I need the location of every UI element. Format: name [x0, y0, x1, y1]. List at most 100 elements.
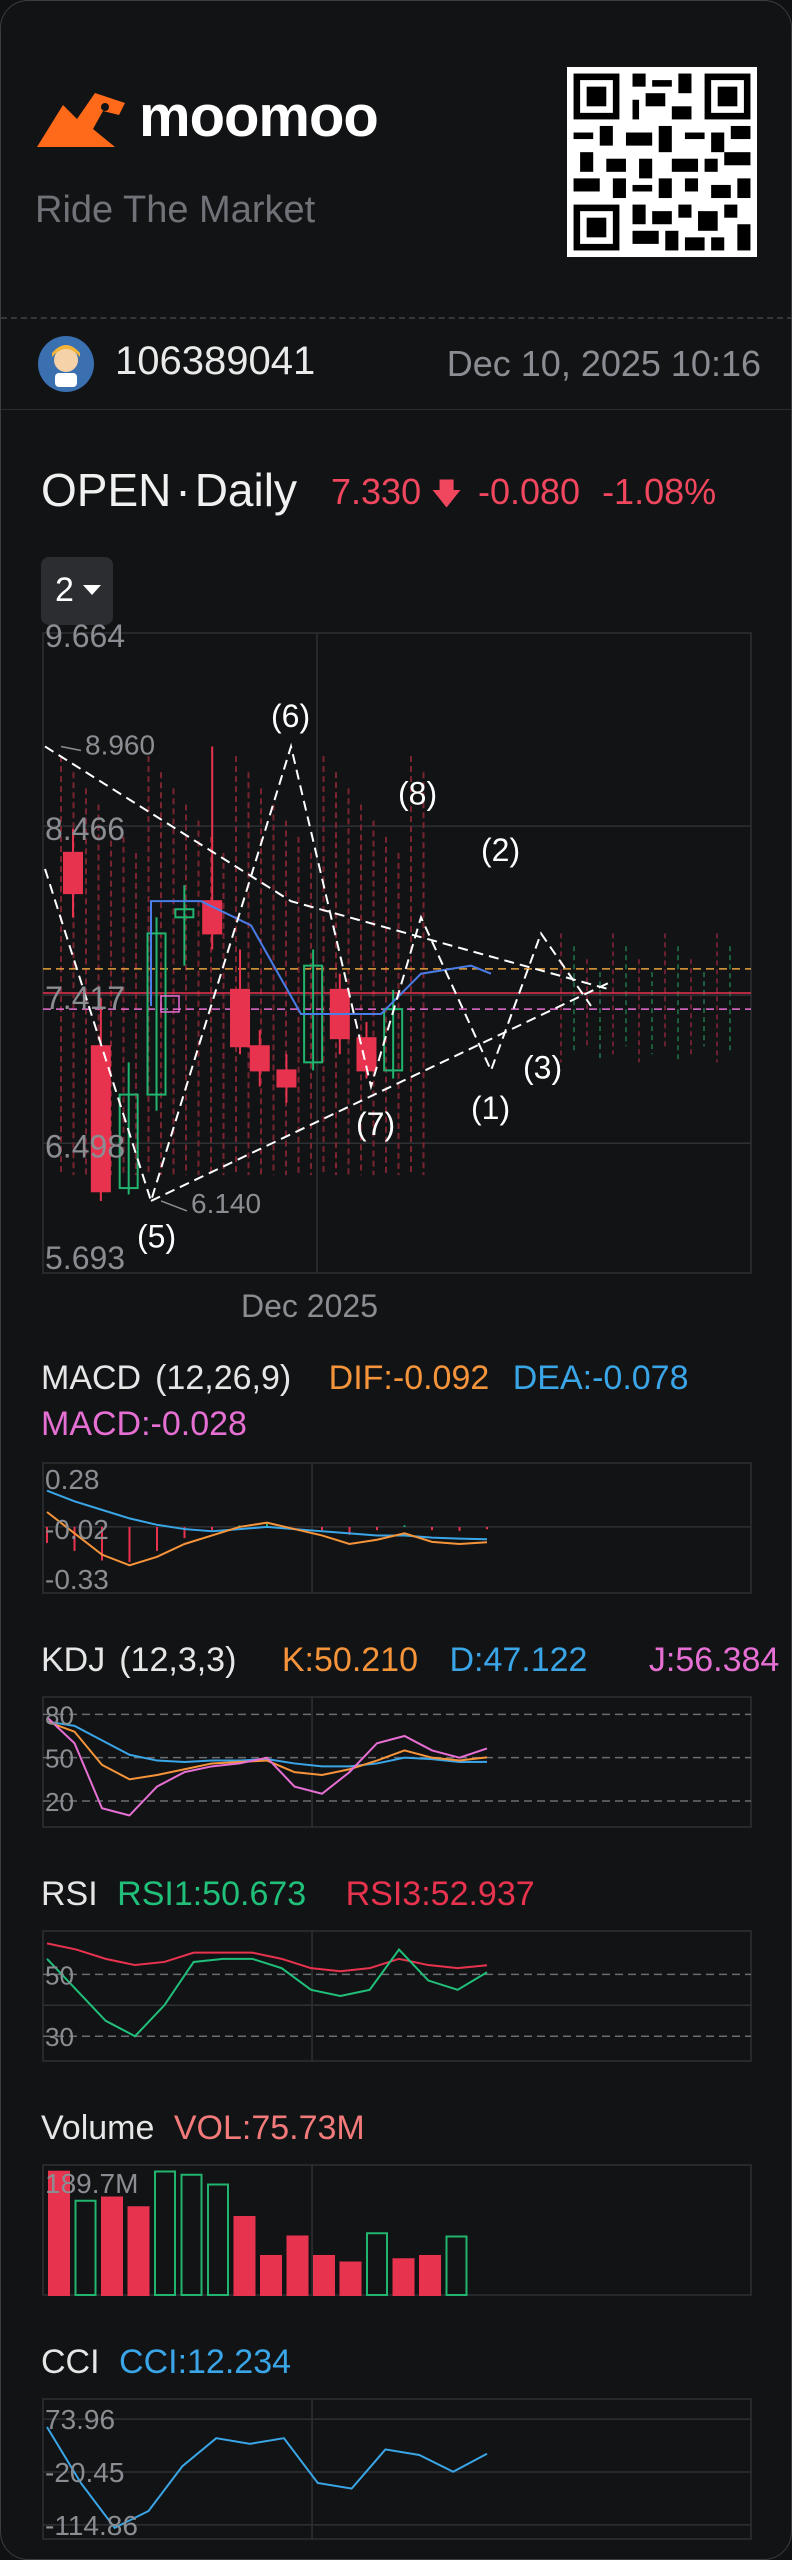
symbol-period: OPEN·Daily: [41, 463, 297, 517]
symbol: OPEN: [41, 464, 172, 516]
cci-header: CCI CCI:12.234: [41, 2343, 305, 2382]
avatar: [38, 336, 94, 392]
user-divider: [1, 409, 791, 410]
rsi-axis-label: 50: [45, 1960, 74, 1990]
macd-axis-label: 0.28: [45, 1464, 100, 1495]
change: -0.080: [477, 471, 581, 512]
volume-bar: [419, 2255, 441, 2296]
volume-bar: [127, 2206, 150, 2296]
moomoo-logo-icon: [37, 93, 125, 147]
pattern-zigzag: [44, 742, 592, 1205]
kdj-chart[interactable]: 80 50 20: [1, 1695, 792, 1829]
kdj-k-line: [46, 1720, 488, 1781]
cci-axis-label: -20.45: [45, 2457, 124, 2488]
macd-chart[interactable]: 0.28 -0.02 -0.33: [1, 1461, 792, 1595]
pattern-upper-trendline: [44, 745, 612, 991]
candle-body: [249, 1045, 270, 1072]
volume-bar: [339, 2261, 362, 2296]
macd-dif: DIF:-0.092: [328, 1359, 490, 1397]
separator: ·: [175, 464, 191, 516]
volume-bar: [445, 2235, 468, 2296]
price-axis-label: 8.466: [45, 811, 125, 847]
price-axis-label: 9.664: [45, 621, 125, 654]
kdj-k: K:50.210: [281, 1641, 418, 1679]
macd-title: MACD (12,26,9): [41, 1359, 292, 1397]
volume-bar: [286, 2235, 309, 2296]
rsi-1: RSI1:50.673: [117, 1875, 307, 1913]
kdj-frame: [42, 1696, 752, 1828]
macd-dea-line: [46, 1489, 488, 1541]
timestamp: Dec 10, 2025 10:16: [446, 343, 761, 384]
kdj-axis-label: 20: [45, 1787, 74, 1817]
volume-value: VOL:75.73M: [173, 2109, 365, 2147]
rsi-chart[interactable]: 50 30: [1, 1929, 792, 2063]
candle-body: [90, 1045, 111, 1193]
wave-label: (2): [481, 832, 520, 868]
chart-selector-label: 2: [55, 571, 74, 609]
cci-axis-label: 73.96: [45, 2404, 115, 2435]
volume-bar: [313, 2255, 335, 2296]
volume-bar: [392, 2258, 415, 2296]
cci-axis-label: -114.86: [45, 2510, 138, 2541]
arrow-down-icon: 🡇: [431, 478, 462, 511]
x-axis-label: Dec 2025: [241, 1288, 378, 1321]
wave-label: (3): [523, 1049, 562, 1085]
screenshot-frame: moomoo Ride The Market 106389041 Dec 10,…: [0, 0, 792, 2560]
cci-frame: [42, 2398, 752, 2540]
candle-body: [276, 1069, 297, 1088]
volume-chart[interactable]: 189.7M: [1, 2163, 792, 2297]
cci-chart[interactable]: 73.96 -20.45 -114.86: [1, 2397, 792, 2547]
annotation-leader: [160, 1200, 188, 1212]
price-axis-label: 5.693: [45, 1240, 125, 1276]
volume-bar: [180, 2173, 203, 2296]
volume-bar: [366, 2232, 388, 2296]
volume-bar: [260, 2255, 282, 2296]
macd-axis-label: -0.02: [45, 1514, 109, 1545]
volume-bar: [101, 2196, 123, 2296]
macd-axis-label: -0.33: [45, 1564, 109, 1595]
wave-label: (7): [356, 1106, 395, 1142]
kdj-d: D:47.122: [449, 1641, 588, 1679]
cci-value: CCI:12.234: [119, 2343, 292, 2381]
cci-title: CCI: [41, 2343, 100, 2381]
volume-bar: [74, 2199, 97, 2296]
price-annotation-low: 6.140: [191, 1188, 261, 1219]
chart-selector-button[interactable]: 2: [41, 557, 113, 625]
price-change: 7.330 🡇 -0.080 -1.08%: [331, 471, 716, 523]
brand-name: moomoo: [139, 84, 379, 149]
macd-value: MACD:-0.028: [41, 1405, 247, 1443]
rsi-3: RSI3:52.937: [345, 1875, 535, 1913]
volume-bar: [207, 2183, 229, 2296]
user-id: 106389041: [115, 339, 316, 383]
macd-header: MACD (12,26,9) DIF:-0.092 DEA:-0.078: [41, 1359, 703, 1398]
price-annotation-high: 8.960: [85, 729, 155, 760]
wave-label: (6): [271, 698, 310, 734]
macd-dif-line: [46, 1511, 488, 1567]
rsi-header: RSI RSI1:50.673 RSI3:52.937: [41, 1875, 549, 1914]
chevron-down-icon: [83, 585, 101, 595]
price-axis-label: 7.417: [45, 980, 125, 1016]
price-chart[interactable]: 9.664 8.466 7.417 6.498 5.693 Dec 2025 8.960 6.…: [1, 621, 792, 1321]
kdj-j: J:56.384: [648, 1641, 780, 1679]
macd-frame: [42, 1462, 752, 1594]
kdj-header: KDJ (12,3,3) K:50.210 D:47.122 J:56.384: [41, 1641, 791, 1680]
period: Daily: [194, 464, 297, 516]
candle-body: [63, 851, 83, 895]
volume-bar: [233, 2216, 256, 2296]
tagline: Ride The Market: [35, 189, 316, 231]
volume-bar: [154, 2170, 176, 2296]
kdj-axis-label: 80: [45, 1700, 74, 1730]
wave-label: (8): [398, 775, 437, 811]
price-axis-label: 6.498: [45, 1128, 125, 1164]
change-pct: -1.08%: [602, 471, 717, 512]
rsi-frame: [42, 1930, 752, 2062]
volume-header: Volume VOL:75.73M: [41, 2109, 379, 2148]
rsi-axis-label: 30: [45, 2022, 74, 2052]
header-divider: [1, 317, 791, 319]
annotation-leader: [60, 745, 82, 752]
kdj-axis-label: 50: [45, 1744, 74, 1774]
kdj-title: KDJ (12,3,3): [41, 1641, 237, 1679]
wave-label: (5): [137, 1219, 176, 1255]
rsi3-line: [46, 1942, 488, 1973]
candle-body: [230, 988, 251, 1048]
